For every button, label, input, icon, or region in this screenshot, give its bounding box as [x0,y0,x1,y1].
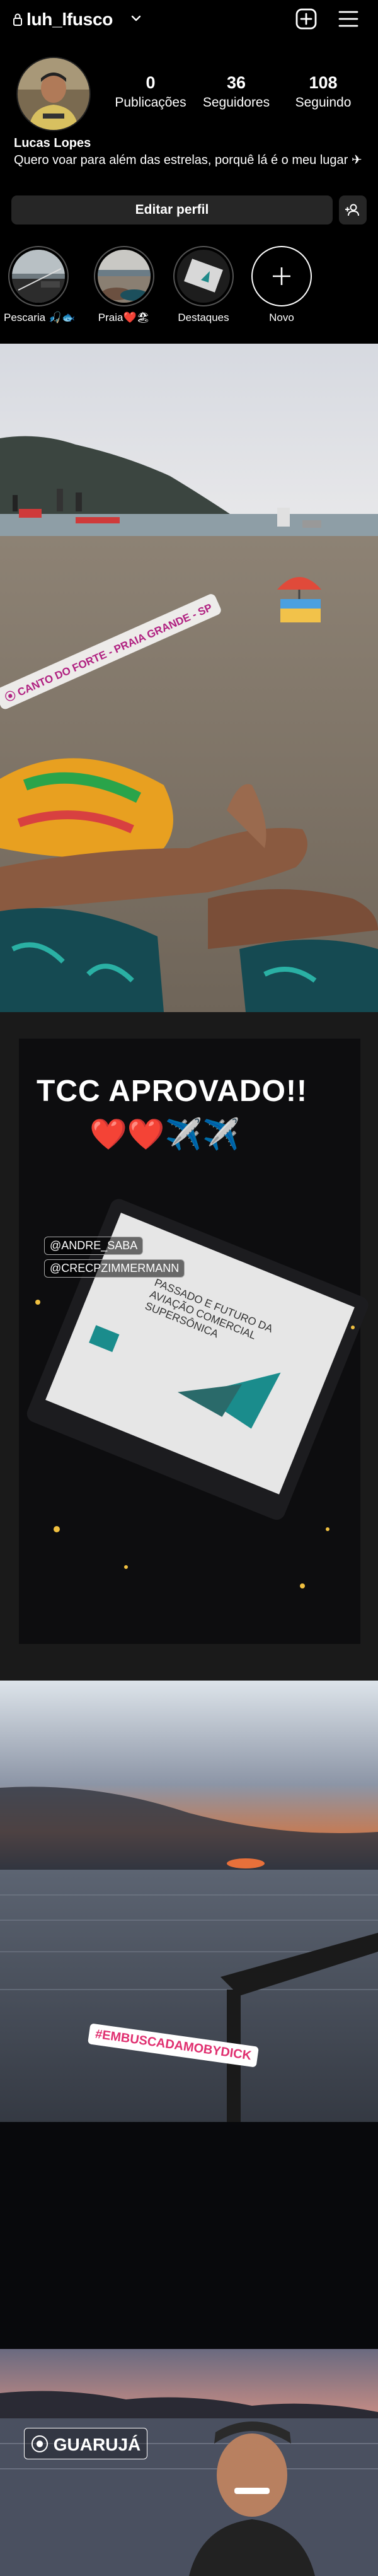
location-sticker: ⦿ GUARUJÁ [24,2428,148,2459]
stat-posts[interactable]: 0 Publicações [110,73,192,110]
feed-post[interactable]: ⦿ CANTO DO FORTE - PRAIA GRANDE - SP [0,344,378,1012]
plus-icon [273,267,290,285]
feed-post[interactable]: ⦿ GUARUJÁ [0,2349,378,2576]
discover-people-button[interactable] [339,195,367,224]
lock-icon [13,13,22,26]
mention-tag[interactable]: @CRECPZIMMERMANN [44,1259,185,1278]
location-pin-icon: ⦿ [31,2435,54,2454]
stat-followers[interactable]: 36 Seguidores [195,73,277,110]
top-bar: luh_lfusco [0,0,378,40]
menu-icon[interactable] [338,9,359,29]
feed-post[interactable]: #EMBUSCADAMOBYDICK [0,1681,378,2349]
stat-posts-count: 0 [146,73,156,92]
post-photo-guaruja [0,2349,378,2576]
story-emoji-line: ❤️❤️✈️✈️ [89,1118,241,1151]
story-headline: TCC APROVADO!! [37,1075,307,1108]
highlight-label: Destaques [178,312,229,323]
highlight-cover-fishing [12,250,65,303]
avatar-photo [18,58,89,130]
highlight-new[interactable]: Novo [247,246,316,324]
profile-full-name: Lucas Lopes [14,136,91,150]
stat-following-count: 108 [309,73,338,92]
stat-followers-label: Seguidores [202,95,270,110]
highlight-cover-beach [98,250,151,303]
stat-following-label: Seguindo [295,95,352,110]
post-photo-sunset [0,1681,378,2349]
post-photo-tcc [26,1199,369,1588]
chevron-down-icon[interactable] [130,14,142,23]
stat-followers-count: 36 [226,73,246,92]
feed-post[interactable]: TCC APROVADO!! ❤️❤️✈️✈️ PASSADO E FUTURO… [0,1012,378,1681]
stat-posts-label: Publicações [115,95,186,110]
highlight-destaques[interactable]: Destaques [169,246,238,324]
create-post-icon[interactable] [295,8,318,30]
add-person-icon [345,204,359,216]
highlight-praia[interactable]: Praia❤️🏖 [89,246,159,324]
stat-following[interactable]: 108 Seguindo [282,73,364,110]
profile-avatar[interactable] [16,57,91,131]
highlight-pescaria[interactable]: Pescaria 🎣🐟 [4,246,76,324]
profile-username[interactable]: luh_lfusco [26,9,113,30]
highlight-cover-highlights [177,250,230,303]
highlight-label: Praia❤️🏖 [98,312,151,323]
highlight-label: Pescaria 🎣🐟 [4,312,76,323]
mention-tag[interactable]: @ANDRE_SABA [44,1237,144,1255]
profile-bio: Quero voar para além das estrelas, porqu… [14,153,362,167]
edit-profile-button[interactable]: Editar perfil [11,195,333,224]
highlight-label: Novo [269,312,294,323]
